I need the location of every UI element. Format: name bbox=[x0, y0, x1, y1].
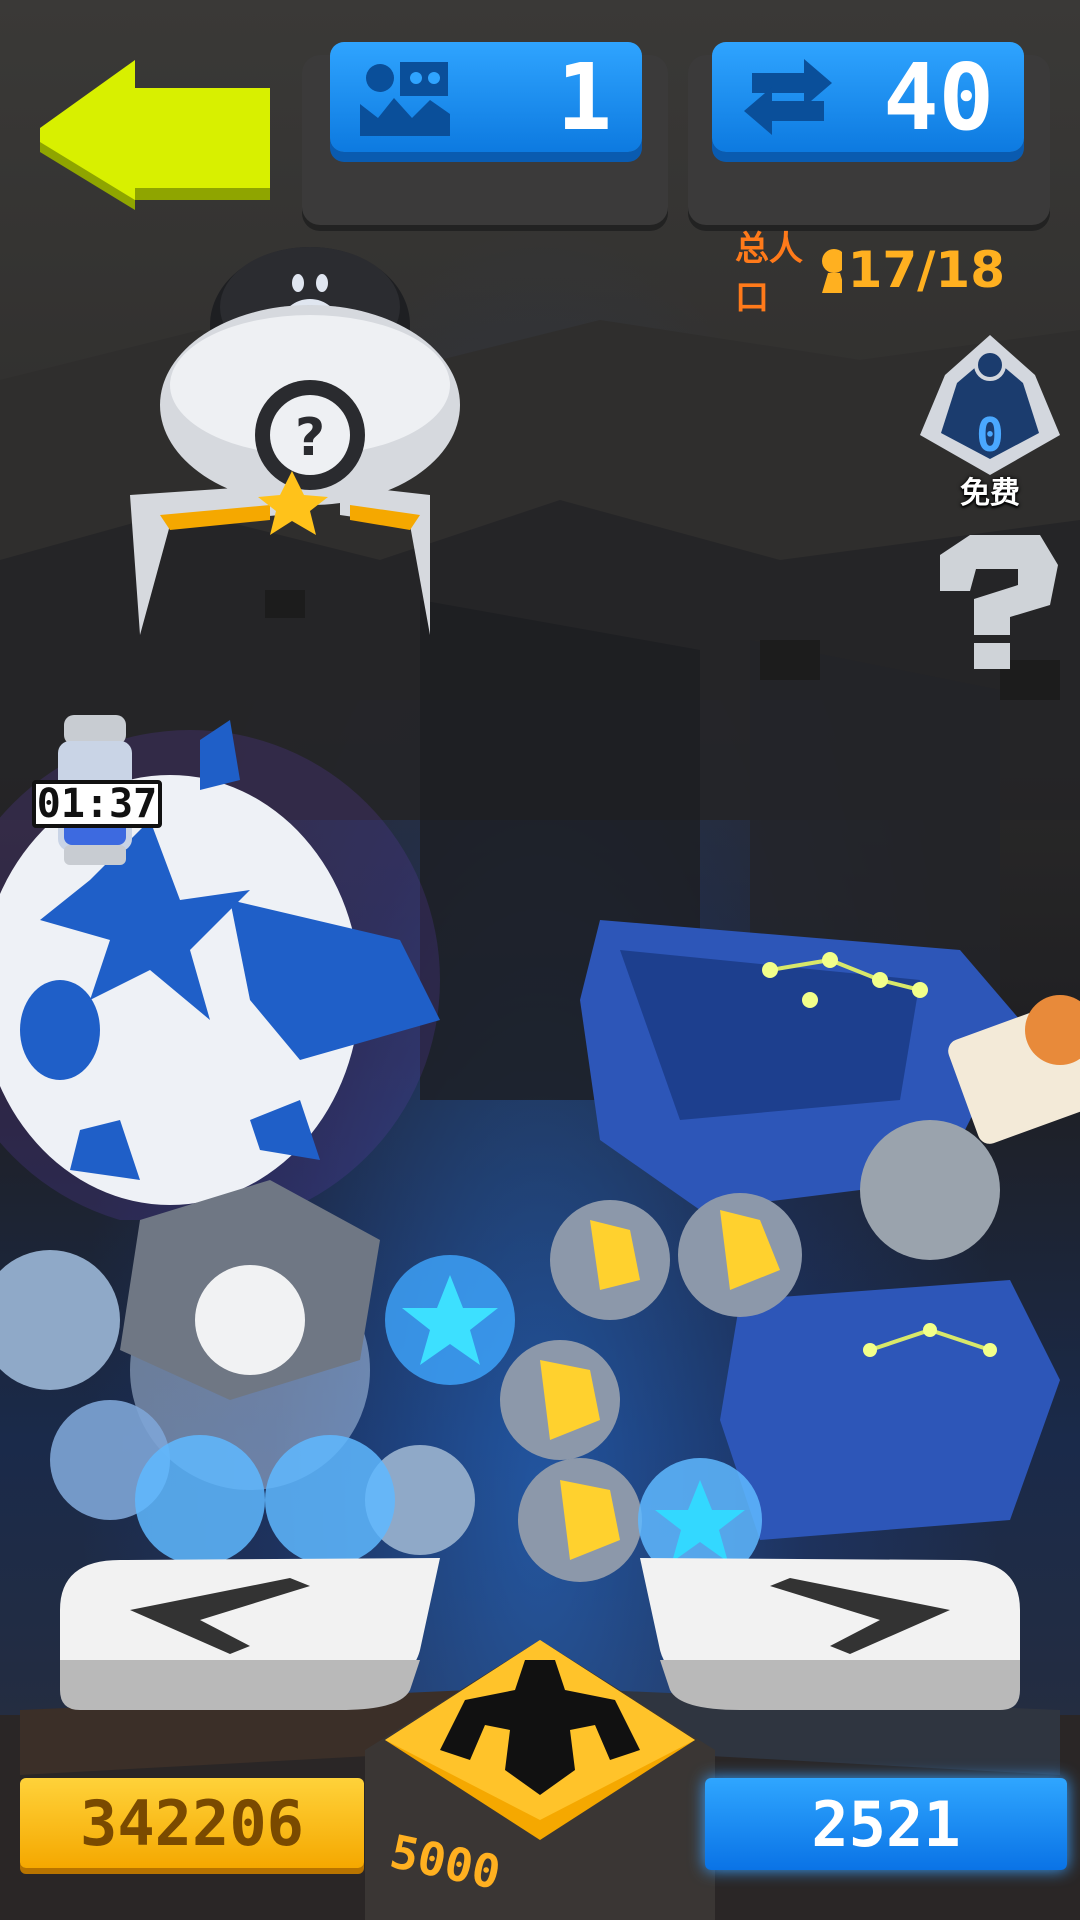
person-icon bbox=[821, 249, 842, 293]
free-draw-count: 0 bbox=[976, 408, 1004, 462]
left-arrow-icon bbox=[40, 60, 270, 210]
moves-button[interactable]: 40 bbox=[712, 42, 1024, 152]
question-mark-icon[interactable] bbox=[930, 535, 1060, 670]
egg-timer: 01:37 bbox=[32, 780, 162, 828]
monster-level-icon bbox=[360, 62, 450, 136]
level-button[interactable]: 1 bbox=[330, 42, 642, 152]
ufo-claw-machine: ? bbox=[130, 247, 460, 635]
free-draw-label: 免费 bbox=[960, 476, 1020, 511]
coin-counter: 342206 bbox=[20, 1778, 364, 1868]
population-value: 17/18 bbox=[847, 241, 1005, 299]
population-label: 总人口 bbox=[735, 229, 803, 318]
game-scene: 1 40 总人口 17/18 ? 0 免费 01:37 342206 5000 … bbox=[0, 0, 1080, 1920]
level-value: 1 bbox=[556, 43, 612, 151]
svg-text:?: ? bbox=[295, 408, 325, 468]
population-indicator: 总人口 17/18 bbox=[735, 229, 1005, 318]
moves-value: 40 bbox=[883, 43, 994, 151]
prize-pile bbox=[0, 920, 1080, 1582]
back-button[interactable] bbox=[40, 60, 280, 210]
gem-counter: 2521 bbox=[705, 1778, 1067, 1870]
swap-arrows-icon bbox=[744, 59, 832, 135]
